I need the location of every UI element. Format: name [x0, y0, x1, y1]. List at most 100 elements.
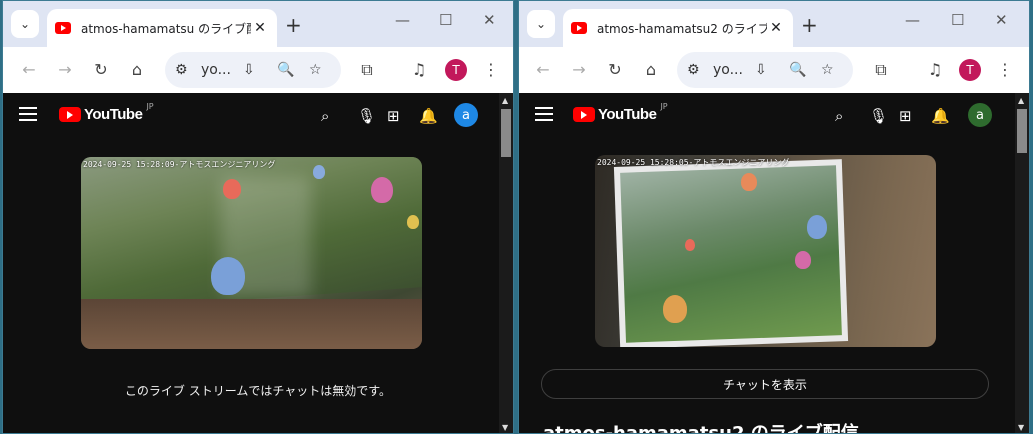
back-arrow-icon[interactable]: ←	[533, 60, 553, 79]
zoom-icon[interactable]: 🔍	[277, 62, 294, 78]
site-info-icon[interactable]: ⚙	[687, 62, 700, 78]
create-icon[interactable]: ⊞	[899, 107, 912, 125]
forward-arrow-icon[interactable]: →	[55, 60, 75, 79]
browser-window-2: ⌄ atmos-hamamatsu2 のライブ配信 ✕ + — ☐ ✕ ← → …	[518, 0, 1030, 434]
window-close-icon[interactable]: ✕	[995, 11, 1008, 29]
bell-icon[interactable]: 🔔	[419, 107, 438, 125]
youtube-logo[interactable]: YouTube JP	[59, 102, 154, 123]
tab-title: atmos-hamamatsu2 のライブ配信	[597, 21, 767, 36]
youtube-favicon-icon	[571, 22, 587, 34]
balloon-image	[741, 173, 757, 191]
account-avatar[interactable]: a	[968, 103, 992, 127]
kebab-menu-icon[interactable]: ⋮	[995, 60, 1015, 79]
scrollbar[interactable]: ▲ ▼	[499, 93, 513, 433]
browser-tab[interactable]: atmos-hamamatsu2 のライブ配信 ✕	[563, 9, 793, 47]
balloon-image	[663, 295, 687, 323]
video-title: atmos-hamamatsu2 のライブ配信	[543, 423, 859, 434]
region-code: JP	[146, 102, 154, 111]
star-icon[interactable]: ☆	[309, 62, 322, 78]
reload-icon[interactable]: ↻	[91, 60, 111, 79]
hamburger-menu-icon[interactable]	[535, 107, 553, 121]
plus-icon[interactable]: +	[801, 13, 818, 37]
youtube-play-icon	[59, 107, 81, 122]
bell-icon[interactable]: 🔔	[931, 107, 950, 125]
youtube-header: YouTube JP ⌕ 🎙 ⊞ 🔔 a	[3, 93, 513, 139]
home-icon[interactable]: ⌂	[641, 60, 661, 79]
omnibox-text[interactable]: yo...	[201, 62, 231, 78]
home-icon[interactable]: ⌂	[127, 60, 147, 79]
minimize-icon[interactable]: —	[905, 11, 920, 29]
browser-toolbar: ← → ↻ ⌂ ⚙ yo... ⇩ 🔍 ☆ ⧉ ♫ T ⋮	[3, 47, 513, 93]
plus-icon[interactable]: +	[285, 13, 302, 37]
address-bar[interactable]: ⚙ yo... ⇩ 🔍 ☆	[165, 52, 341, 88]
install-app-icon[interactable]: ⇩	[755, 62, 767, 78]
live-video-player[interactable]: 2024-09-25 15:28:05-アトモスエンジニアリング	[595, 155, 936, 347]
balloon-image	[807, 215, 827, 239]
kebab-menu-icon[interactable]: ⋮	[481, 60, 501, 79]
scroll-up-icon[interactable]: ▲	[502, 96, 508, 105]
chat-disabled-message: このライブ ストリームではチャットは無効です。	[124, 384, 392, 398]
balloon-image	[371, 177, 393, 203]
scroll-down-icon[interactable]: ▼	[502, 423, 508, 432]
search-icon[interactable]: ⌕	[321, 107, 329, 125]
profile-avatar[interactable]: T	[445, 59, 467, 81]
browser-tab[interactable]: atmos-hamamatsu のライブ配信 ✕	[47, 9, 277, 47]
youtube-wordmark: YouTube	[598, 106, 657, 123]
hamburger-menu-icon[interactable]	[19, 107, 37, 121]
youtube-header: YouTube JP ⌕ 🎙 ⊞ 🔔 a	[519, 93, 1029, 139]
video-timestamp: 2024-09-25 15:28:05-アトモスエンジニアリング	[597, 158, 790, 167]
zoom-icon[interactable]: 🔍	[789, 62, 806, 78]
close-icon[interactable]: ✕	[251, 20, 269, 36]
minimize-icon[interactable]: —	[395, 11, 410, 29]
create-icon[interactable]: ⊞	[387, 107, 400, 125]
back-arrow-icon[interactable]: ←	[19, 60, 39, 79]
balloon-image	[223, 179, 241, 199]
aerial-photo	[613, 159, 849, 347]
mic-icon[interactable]: 🎙	[357, 107, 376, 125]
maximize-icon[interactable]: ☐	[439, 11, 452, 29]
puzzle-icon[interactable]: ⧉	[357, 60, 377, 80]
balloon-image	[685, 239, 695, 251]
chevron-down-icon[interactable]: ⌄	[11, 10, 39, 38]
balloon-image	[211, 257, 245, 295]
scroll-down-icon[interactable]: ▼	[1018, 423, 1024, 432]
mic-icon[interactable]: 🎙	[869, 107, 888, 125]
omnibox-text[interactable]: yo...	[713, 62, 743, 78]
media-control-icon[interactable]: ♫	[409, 60, 429, 79]
reload-icon[interactable]: ↻	[605, 60, 625, 79]
scrollbar-thumb[interactable]	[501, 109, 511, 157]
scrollbar-thumb[interactable]	[1017, 109, 1027, 153]
install-app-icon[interactable]: ⇩	[243, 62, 255, 78]
puzzle-icon[interactable]: ⧉	[871, 60, 891, 80]
forward-arrow-icon[interactable]: →	[569, 60, 589, 79]
window-close-icon[interactable]: ✕	[483, 11, 496, 29]
search-icon[interactable]: ⌕	[835, 107, 843, 125]
media-control-icon[interactable]: ♫	[925, 60, 945, 79]
star-icon[interactable]: ☆	[821, 62, 834, 78]
chevron-down-icon[interactable]: ⌄	[527, 10, 555, 38]
video-timestamp: 2024-09-25 15:28:09-アトモスエンジニアリング	[83, 160, 276, 169]
balloon-image	[313, 165, 325, 179]
balloon-image	[407, 215, 419, 229]
region-code: JP	[660, 102, 668, 111]
browser-toolbar: ← → ↻ ⌂ ⚙ yo... ⇩ 🔍 ☆ ⧉ ♫ T ⋮	[519, 47, 1029, 93]
youtube-favicon-icon	[55, 22, 71, 34]
tab-bar: ⌄ atmos-hamamatsu のライブ配信 ✕ + — ☐ ✕	[3, 1, 513, 47]
close-icon[interactable]: ✕	[767, 20, 785, 36]
scrollbar[interactable]: ▲ ▼	[1015, 93, 1029, 433]
youtube-play-icon	[573, 107, 595, 122]
browser-window-1: ⌄ atmos-hamamatsu のライブ配信 ✕ + — ☐ ✕ ← → ↻…	[2, 0, 514, 434]
scroll-up-icon[interactable]: ▲	[1018, 96, 1024, 105]
youtube-wordmark: YouTube	[84, 106, 143, 123]
youtube-logo[interactable]: YouTube JP	[573, 102, 668, 123]
cork-board	[81, 299, 422, 349]
show-chat-button[interactable]: チャットを表示	[541, 369, 989, 399]
balloon-image	[795, 251, 811, 269]
address-bar[interactable]: ⚙ yo... ⇩ 🔍 ☆	[677, 52, 853, 88]
tab-title: atmos-hamamatsu のライブ配信	[81, 21, 251, 36]
account-avatar[interactable]: a	[454, 103, 478, 127]
live-video-player[interactable]: 2024-09-25 15:28:09-アトモスエンジニアリング	[81, 157, 422, 349]
site-info-icon[interactable]: ⚙	[175, 62, 188, 78]
profile-avatar[interactable]: T	[959, 59, 981, 81]
maximize-icon[interactable]: ☐	[951, 11, 964, 29]
